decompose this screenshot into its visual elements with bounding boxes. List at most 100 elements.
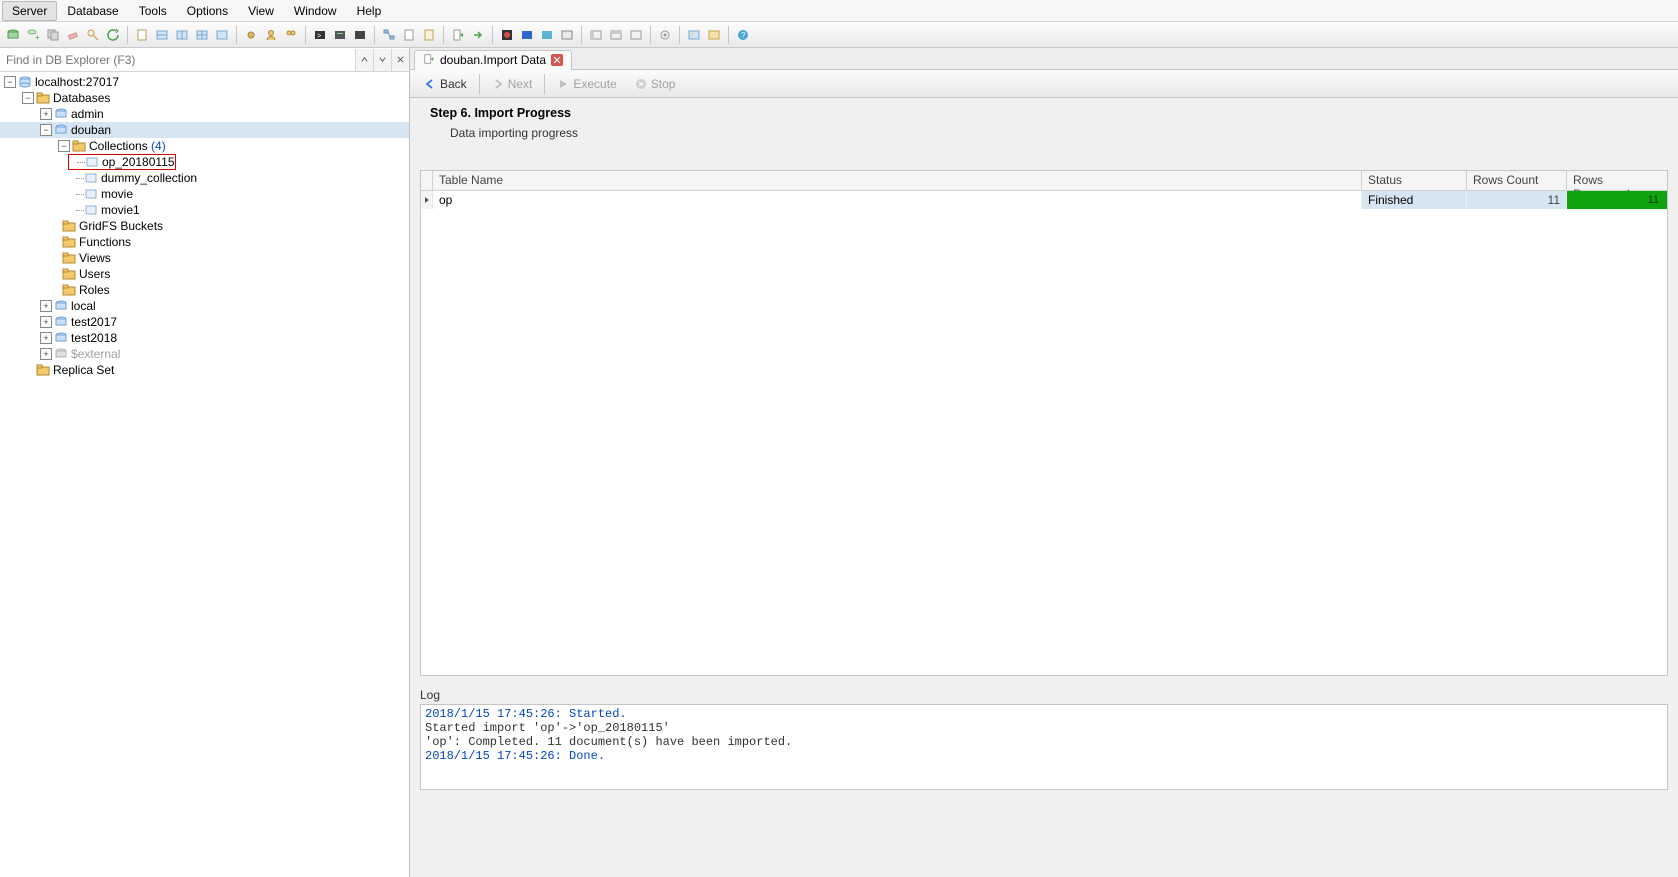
log-output[interactable]: 2018/1/15 17:45:26: Started. Started imp… [420, 704, 1668, 790]
tree-collection-dummy[interactable]: dummy_collection [0, 170, 409, 186]
tree-db-local[interactable]: +local [0, 298, 409, 314]
collapse-icon[interactable]: − [58, 140, 70, 152]
tb-refresh-icon[interactable] [104, 26, 122, 44]
collapse-icon[interactable]: − [4, 76, 16, 88]
menu-tools[interactable]: Tools [129, 1, 177, 21]
tb-user-icon[interactable] [262, 26, 280, 44]
tree-collection-label: movie [101, 187, 133, 201]
tb-sql-icon[interactable] [331, 26, 349, 44]
wizard-nav: Back Next Execute Stop [410, 70, 1678, 98]
folder-icon [62, 219, 76, 233]
tree-gridfs[interactable]: GridFS Buckets [0, 218, 409, 234]
tb-red-icon[interactable] [498, 26, 516, 44]
expand-icon[interactable]: + [40, 332, 52, 344]
tree-collection-op20180115[interactable]: op_20180115 [68, 154, 176, 170]
log-timestamp: 2018/1/15 17:45:26: [425, 707, 569, 721]
tree-collection-label: dummy_collection [101, 171, 197, 185]
tree-db-test2018[interactable]: +test2018 [0, 330, 409, 346]
tree-db-test2017[interactable]: + test2017 [0, 314, 409, 330]
tb-doc2-icon[interactable] [420, 26, 438, 44]
tab-import-data[interactable]: douban.Import Data [414, 50, 572, 70]
menu-database[interactable]: Database [57, 1, 128, 21]
tb-blue-icon[interactable] [518, 26, 536, 44]
tb-doc-icon[interactable] [400, 26, 418, 44]
menu-server[interactable]: Server [2, 1, 57, 21]
grid-header-rows-processed[interactable]: Rows Processed [1567, 171, 1667, 190]
tree-users[interactable]: Users [0, 266, 409, 282]
tree-collections[interactable]: − Collections (4) [0, 138, 409, 154]
explorer-search-input[interactable] [0, 49, 355, 71]
expand-icon[interactable]: + [40, 348, 52, 360]
tb-flag-icon[interactable] [705, 26, 723, 44]
grid-row[interactable]: op Finished 11 11 [421, 191, 1667, 209]
tb-layout3-icon[interactable] [627, 26, 645, 44]
tb-grid1-icon[interactable] [153, 26, 171, 44]
grid-header-table-name[interactable]: Table Name [433, 171, 1362, 190]
tree-db-label: $external [71, 347, 120, 361]
tb-grid3-icon[interactable] [193, 26, 211, 44]
tb-grid4-icon[interactable] [213, 26, 231, 44]
tree-host[interactable]: − localhost:27017 [0, 74, 409, 90]
tb-import-icon[interactable] [449, 26, 467, 44]
tb-cyan-icon[interactable] [538, 26, 556, 44]
menu-view[interactable]: View [238, 1, 284, 21]
wizard-back-button[interactable]: Back [416, 73, 475, 95]
tree-functions[interactable]: Functions [0, 234, 409, 250]
explorer-search-up[interactable] [355, 49, 373, 71]
log-text: 'op': Completed. 11 document(s) have bee… [425, 735, 792, 749]
tree-roles[interactable]: Roles [0, 282, 409, 298]
expand-icon[interactable]: + [40, 316, 52, 328]
tree-databases[interactable]: − Databases [0, 90, 409, 106]
tb-db-plus-icon[interactable]: + [24, 26, 42, 44]
tb-console-icon[interactable]: > [311, 26, 329, 44]
tree-views-label: Views [79, 251, 111, 265]
tree-db-admin[interactable]: + admin [0, 106, 409, 122]
tb-layout2-icon[interactable] [607, 26, 625, 44]
wiz-sep [544, 74, 545, 94]
tb-key-icon[interactable] [84, 26, 102, 44]
tb-term-icon[interactable] [351, 26, 369, 44]
expand-icon[interactable]: + [40, 108, 52, 120]
tree-db-douban[interactable]: − douban [0, 122, 409, 138]
tree-collection-movie1[interactable]: movie1 [0, 202, 409, 218]
tab-title: douban.Import Data [440, 53, 546, 67]
tb-win-icon[interactable] [558, 26, 576, 44]
tree-views[interactable]: Views [0, 250, 409, 266]
cell-rows-count: 11 [1467, 191, 1567, 209]
db-tree[interactable]: − localhost:27017 − Databases + admin [0, 72, 409, 877]
tb-eraser-icon[interactable] [64, 26, 82, 44]
explorer-search-down[interactable] [373, 49, 391, 71]
tb-settings-icon[interactable] [656, 26, 674, 44]
explorer-search-close[interactable] [391, 49, 409, 71]
tb-gear-icon[interactable] [242, 26, 260, 44]
tb-layout-icon[interactable] [587, 26, 605, 44]
menu-options[interactable]: Options [177, 1, 238, 21]
wizard-next-button[interactable]: Next [484, 73, 541, 95]
tb-grid2-icon[interactable] [173, 26, 191, 44]
tb-diagram-icon[interactable] [380, 26, 398, 44]
tb-users-icon[interactable] [282, 26, 300, 44]
wizard-stop-button[interactable]: Stop [627, 73, 684, 95]
menu-help[interactable]: Help [347, 1, 392, 21]
wizard-execute-label: Execute [573, 77, 616, 91]
tb-page-icon[interactable] [133, 26, 151, 44]
tree-db-external[interactable]: + $external [0, 346, 409, 362]
grid-header-status[interactable]: Status [1362, 171, 1467, 190]
tree-collection-movie[interactable]: movie [0, 186, 409, 202]
tab-close-icon[interactable] [551, 54, 563, 66]
grid-header-rows-count[interactable]: Rows Count [1467, 171, 1567, 190]
tree-replica-set[interactable]: Replica Set [0, 362, 409, 378]
tree-db-label: test2017 [71, 315, 117, 329]
expand-icon[interactable]: + [40, 300, 52, 312]
wizard-execute-button[interactable]: Execute [549, 73, 624, 95]
database-icon [54, 123, 68, 137]
tb-arrow-icon[interactable] [469, 26, 487, 44]
collapse-icon[interactable]: − [22, 92, 34, 104]
tb-help-icon[interactable]: ? [734, 26, 752, 44]
tb-copy-icon[interactable] [44, 26, 62, 44]
tb-connect-icon[interactable] [4, 26, 22, 44]
tb-image-icon[interactable] [685, 26, 703, 44]
tree-host-label: localhost:27017 [35, 75, 119, 89]
collapse-icon[interactable]: − [40, 124, 52, 136]
menu-window[interactable]: Window [284, 1, 347, 21]
